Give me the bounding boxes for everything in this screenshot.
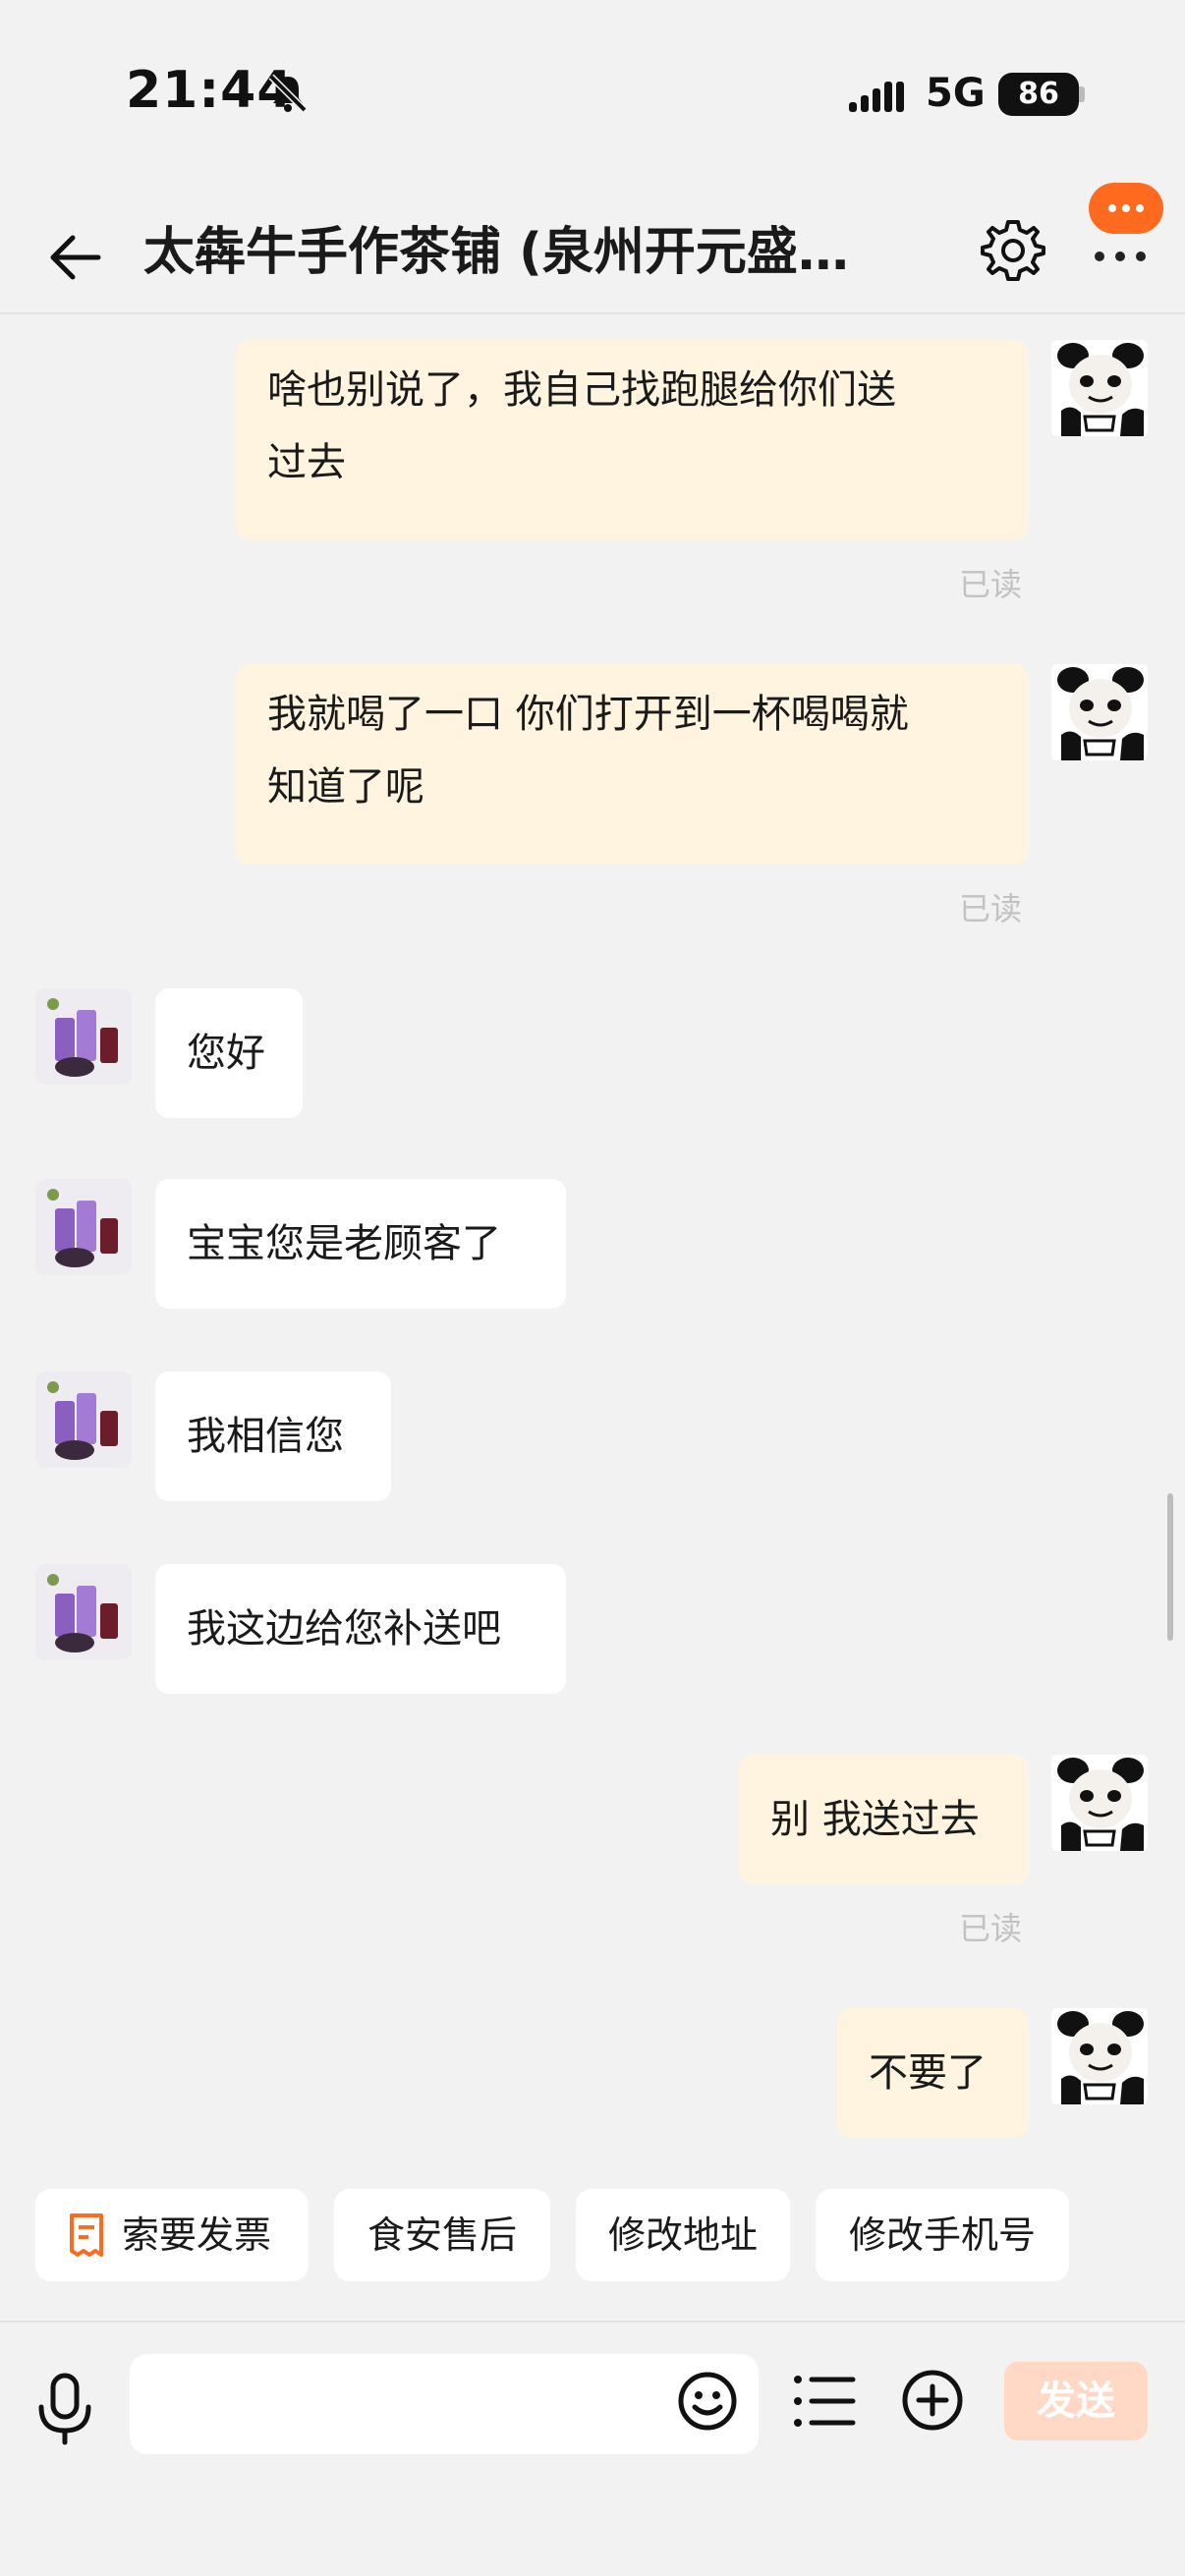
battery-level: 86 xyxy=(1018,77,1059,111)
gear-icon[interactable] xyxy=(979,216,1047,285)
shop-avatar[interactable] xyxy=(35,988,132,1085)
list-icon[interactable] xyxy=(792,2372,857,2431)
shop-message-bubble[interactable]: 您好 xyxy=(155,988,303,1118)
quick-action-label: 索要发票 xyxy=(121,2213,271,2257)
floating-more-badge[interactable] xyxy=(1089,183,1163,234)
message-line: 过去 xyxy=(267,440,346,485)
shop-avatar[interactable] xyxy=(35,1372,132,1468)
shop-avatar[interactable] xyxy=(35,1564,132,1660)
my-message-bubble[interactable]: 我就喝了一口 你们打开到一杯喝喝就 知道了呢 xyxy=(236,664,1028,865)
shop-avatar-image xyxy=(35,988,132,1085)
my-message-bubble[interactable]: 别 我送过去 xyxy=(739,1755,1028,1884)
shop-avatar-image xyxy=(35,1564,132,1660)
quick-action-change-phone[interactable]: 修改手机号 xyxy=(816,2189,1069,2281)
more-icon[interactable] xyxy=(1091,236,1150,275)
message-line: 啥也别说了，我自己找跑腿给你们送 xyxy=(267,367,896,413)
shop-message-bubble[interactable]: 我相信您 xyxy=(155,1372,391,1501)
battery-cap xyxy=(1079,86,1085,102)
network-type: 5G xyxy=(926,71,986,116)
panda-avatar-image xyxy=(1051,2008,1148,2104)
my-avatar[interactable] xyxy=(1051,1755,1148,1851)
emoji-icon[interactable] xyxy=(676,2370,739,2433)
panda-avatar-image xyxy=(1051,664,1148,760)
quick-action-invoice[interactable]: 索要发票 xyxy=(35,2189,309,2281)
my-avatar[interactable] xyxy=(1051,664,1148,760)
battery-icon: 86 xyxy=(998,73,1079,116)
shop-avatar-image xyxy=(35,1179,132,1275)
shop-avatar-image xyxy=(35,1372,132,1468)
signal-icon xyxy=(849,82,904,112)
shop-avatar[interactable] xyxy=(35,1179,132,1275)
my-avatar[interactable] xyxy=(1051,340,1148,436)
scrollbar[interactable] xyxy=(1167,1493,1173,1641)
chat-header: 太犇牛手作茶铺 (泉州开元盛… xyxy=(0,196,1185,314)
panda-avatar-image xyxy=(1051,1755,1148,1851)
quick-action-label: 食安售后 xyxy=(367,2213,517,2257)
message-line: 我就喝了一口 你们打开到一杯喝喝就 xyxy=(267,692,909,737)
quick-action-change-address[interactable]: 修改地址 xyxy=(576,2189,790,2281)
read-receipt: 已读 xyxy=(959,1910,1023,1947)
my-message-bubble[interactable]: 啥也别说了，我自己找跑腿给你们送 过去 xyxy=(236,340,1028,540)
read-receipt: 已读 xyxy=(959,890,1023,927)
send-button[interactable]: 发送 xyxy=(1004,2362,1148,2440)
shop-message-bubble[interactable]: 宝宝您是老顾客了 xyxy=(155,1179,566,1309)
my-avatar[interactable] xyxy=(1051,2008,1148,2104)
quick-action-label: 修改地址 xyxy=(607,2213,758,2257)
read-receipt: 已读 xyxy=(959,566,1023,603)
back-arrow-icon[interactable] xyxy=(43,226,106,289)
my-message-bubble[interactable]: 不要了 xyxy=(837,2008,1028,2138)
panda-avatar-image xyxy=(1051,340,1148,436)
status-bar: 21:44 5G 86 xyxy=(0,0,1185,196)
quick-action-food-safety[interactable]: 食安售后 xyxy=(334,2189,550,2281)
receipt-icon xyxy=(70,2213,103,2257)
input-bar: 发送 xyxy=(0,2321,1185,2576)
mic-icon[interactable] xyxy=(33,2372,96,2446)
message-line: 知道了呢 xyxy=(267,764,424,810)
bell-slash-icon xyxy=(268,74,308,113)
message-input[interactable] xyxy=(130,2354,759,2454)
plus-icon[interactable] xyxy=(900,2368,965,2433)
shop-message-bubble[interactable]: 我这边给您补送吧 xyxy=(155,1564,566,1694)
chat-title: 太犇牛手作茶铺 (泉州开元盛… xyxy=(143,223,849,282)
quick-action-label: 修改手机号 xyxy=(848,2213,1036,2257)
